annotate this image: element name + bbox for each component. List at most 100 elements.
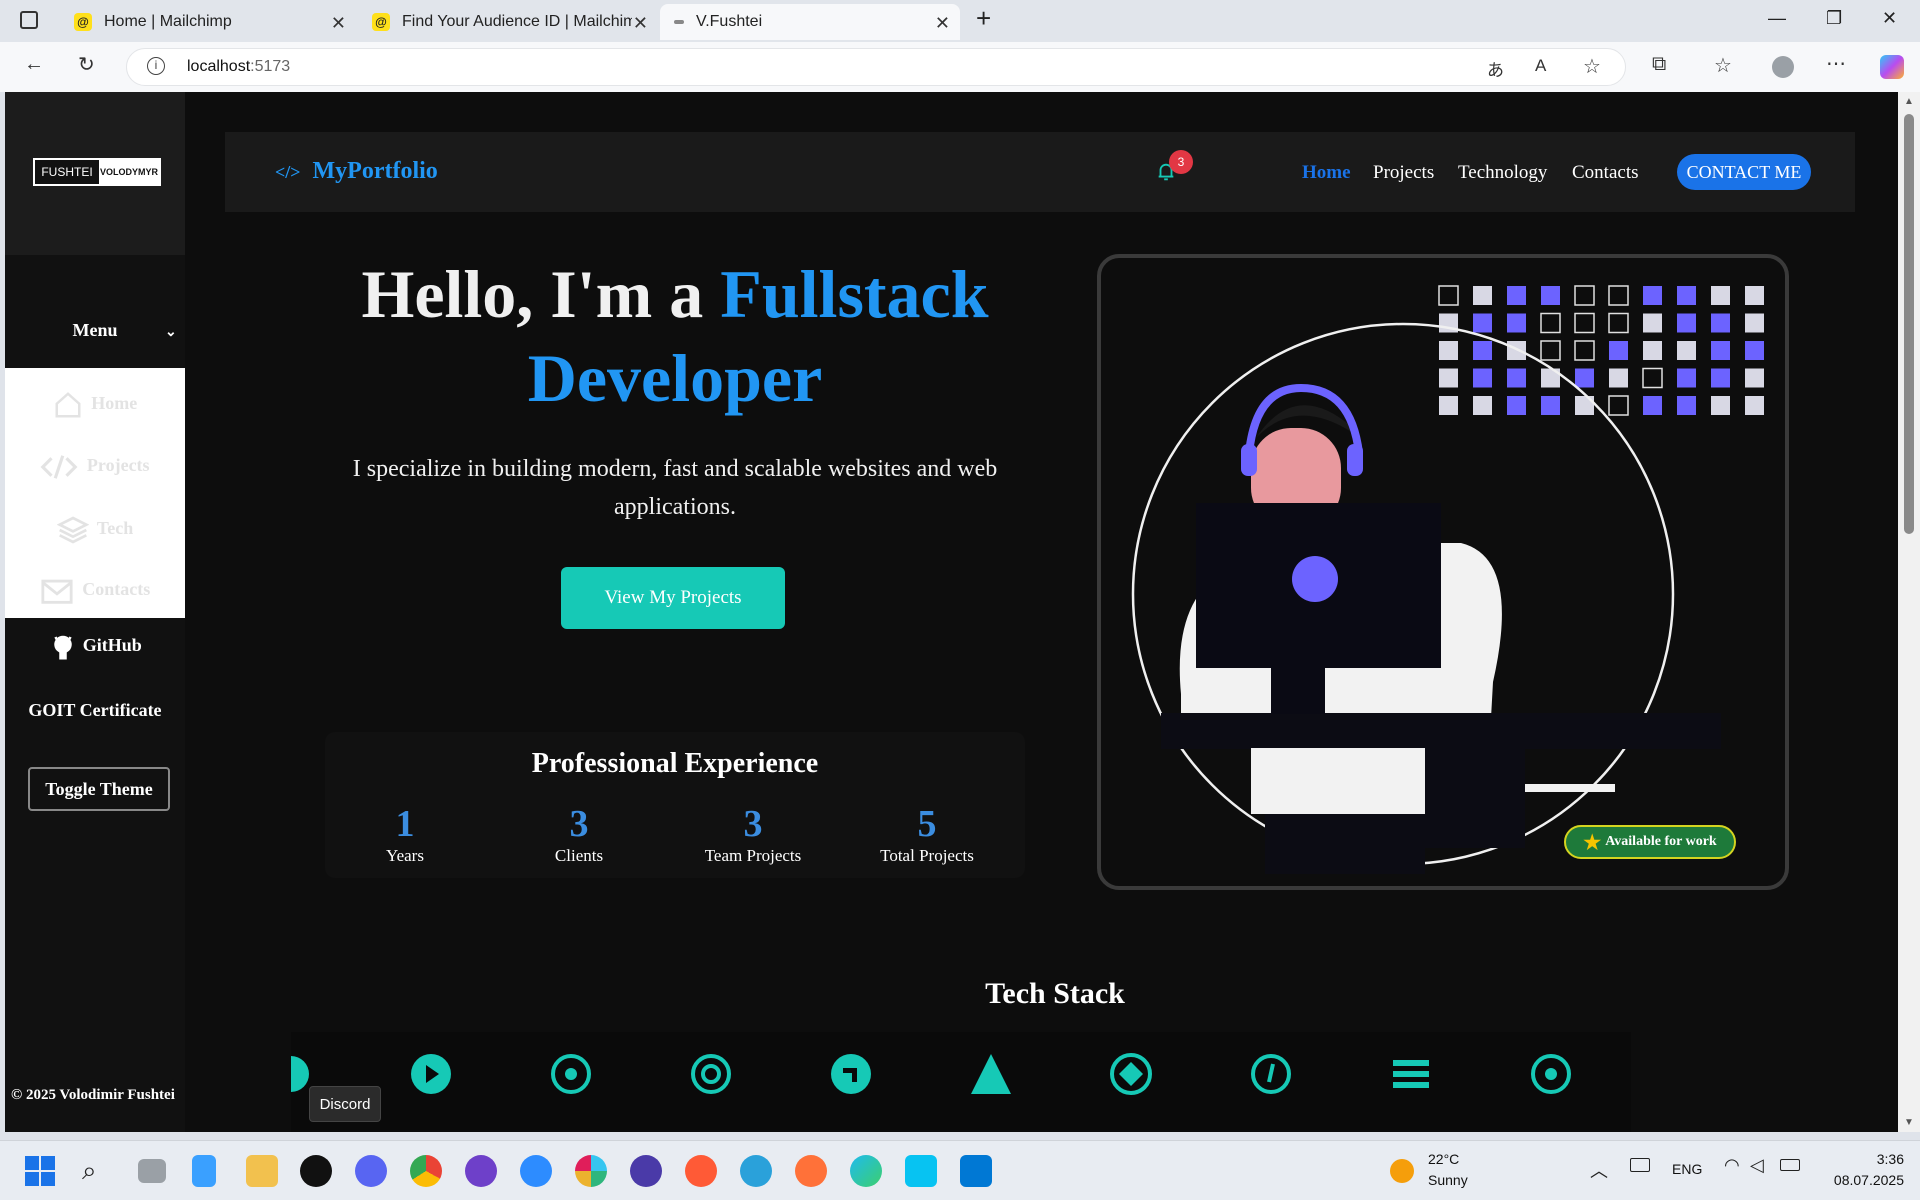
menu-item-label: Home bbox=[91, 393, 138, 414]
translate-icon[interactable]: あ bbox=[1487, 56, 1504, 81]
experience-title: Professional Experience bbox=[531, 748, 819, 779]
github-link[interactable]: GitHub bbox=[5, 632, 185, 662]
site-info-icon[interactable]: i bbox=[147, 57, 165, 75]
hero-title-highlight: Fullstack bbox=[720, 256, 989, 332]
url-field[interactable]: i localhost:5173 あ A ☆ bbox=[126, 48, 1626, 86]
browser-tab[interactable]: @ Home | Mailchimp ✕ bbox=[60, 4, 356, 40]
windows-start-icon[interactable] bbox=[25, 1156, 55, 1186]
hero-title-highlight: Developer bbox=[527, 340, 823, 416]
arrow-icon[interactable] bbox=[829, 1052, 873, 1096]
mailchimp-icon: @ bbox=[74, 13, 92, 31]
sidebar: FUSHTEI VOLODYMYR Menu ⌄ Home Projects T… bbox=[5, 92, 185, 1132]
close-tab-icon[interactable]: ✕ bbox=[633, 13, 648, 34]
extensions-icon[interactable]: ⧉ bbox=[1652, 53, 1666, 76]
copilot-icon[interactable] bbox=[1880, 55, 1904, 79]
menu-toggle[interactable]: Menu ⌄ bbox=[5, 320, 185, 341]
logo[interactable]: FUSHTEI VOLODYMYR bbox=[33, 158, 161, 186]
pixel-square bbox=[1677, 368, 1696, 388]
nav-home[interactable]: Home bbox=[1302, 162, 1351, 184]
tab-title: Find Your Audience ID | Mailchimp bbox=[402, 13, 632, 30]
pixel-square bbox=[1507, 368, 1526, 388]
chrome-icon[interactable] bbox=[410, 1155, 442, 1187]
stat-total-projects: 5 Total Projects bbox=[857, 804, 997, 866]
pixel-square bbox=[1643, 341, 1662, 360]
tiktok-icon[interactable] bbox=[300, 1155, 332, 1187]
menu-item-projects[interactable]: Projects bbox=[5, 452, 185, 482]
brand[interactable]: </> MyPortfolio bbox=[275, 158, 438, 185]
wifi-icon[interactable]: ◠ bbox=[1724, 1155, 1740, 1176]
profile-avatar[interactable] bbox=[1772, 56, 1794, 78]
discord-icon[interactable] bbox=[355, 1155, 387, 1187]
battery-icon[interactable] bbox=[1780, 1159, 1800, 1171]
tab-actions-icon[interactable] bbox=[20, 11, 38, 29]
zoom-icon[interactable] bbox=[520, 1155, 552, 1187]
menu-icon[interactable] bbox=[1389, 1052, 1433, 1096]
certificate-link[interactable]: GOIT Certificate bbox=[5, 700, 185, 721]
nav-contacts[interactable]: Contacts bbox=[1572, 162, 1639, 184]
browser-tab-active[interactable]: V.Fushtei ✕ bbox=[660, 4, 960, 40]
github-desktop-icon[interactable] bbox=[465, 1155, 497, 1187]
slack-icon[interactable] bbox=[575, 1155, 607, 1187]
refresh-icon[interactable] bbox=[689, 1052, 733, 1096]
nav-projects[interactable]: Projects bbox=[1373, 162, 1434, 184]
menu-item-tech[interactable]: Tech bbox=[5, 514, 185, 546]
pixel-square bbox=[1677, 313, 1696, 333]
stat-clients: 3 Clients bbox=[509, 804, 649, 866]
experience-card: Professional Experience 1 Years 3 Client… bbox=[325, 732, 1025, 878]
more-options-icon[interactable]: ⋯ bbox=[1826, 51, 1846, 76]
close-window-icon[interactable]: ✕ bbox=[1882, 8, 1897, 29]
target-icon[interactable] bbox=[1529, 1052, 1573, 1096]
menu-item-home[interactable]: Home bbox=[5, 390, 185, 420]
firefox-icon[interactable] bbox=[795, 1155, 827, 1187]
language-indicator[interactable]: ENG bbox=[1672, 1161, 1702, 1177]
hero-title-plain: Hello, I'm a bbox=[361, 256, 721, 332]
favorites-icon[interactable]: ☆ bbox=[1714, 53, 1732, 78]
page-scrollbar[interactable]: ▲ ▼ bbox=[1898, 92, 1920, 1132]
webstorm-icon[interactable] bbox=[905, 1155, 937, 1187]
close-tab-icon[interactable]: ✕ bbox=[935, 13, 950, 34]
triangle-icon[interactable] bbox=[969, 1052, 1013, 1096]
play-icon[interactable] bbox=[409, 1052, 453, 1096]
reload-icon[interactable]: ↻ bbox=[78, 52, 95, 77]
minimize-icon[interactable]: — bbox=[1768, 8, 1786, 29]
pixel-square bbox=[1473, 368, 1492, 388]
file-explorer-icon[interactable] bbox=[246, 1155, 278, 1187]
telegram-icon[interactable] bbox=[740, 1155, 772, 1187]
app-icon[interactable] bbox=[685, 1155, 717, 1187]
edge-icon[interactable] bbox=[850, 1155, 882, 1187]
restore-icon[interactable]: ❐ bbox=[1826, 8, 1842, 29]
back-icon[interactable]: ← bbox=[24, 53, 44, 76]
nav-technology[interactable]: Technology bbox=[1458, 162, 1547, 184]
close-tab-icon[interactable]: ✕ bbox=[331, 13, 346, 34]
app-icon[interactable] bbox=[630, 1155, 662, 1187]
keyboard-icon[interactable] bbox=[1630, 1158, 1650, 1172]
pixel-square bbox=[1575, 368, 1594, 388]
chevron-up-icon[interactable]: ︿ bbox=[1590, 1157, 1608, 1183]
new-tab-icon[interactable]: + bbox=[976, 3, 991, 34]
address-bar-row: ← ↻ i localhost:5173 あ A ☆ ⧉ ☆ ⋯ bbox=[0, 42, 1920, 92]
pixel-square bbox=[1540, 340, 1561, 361]
view-projects-button[interactable]: View My Projects bbox=[561, 567, 785, 629]
clock[interactable]: 3:36 08.07.2025 bbox=[1834, 1149, 1904, 1191]
stat-label: Total Projects bbox=[880, 846, 974, 865]
vscode-icon[interactable] bbox=[960, 1155, 992, 1187]
weather-widget[interactable]: 22°C Sunny bbox=[1390, 1149, 1468, 1191]
github-label: GitHub bbox=[82, 635, 142, 656]
task-view-icon[interactable] bbox=[138, 1159, 166, 1183]
menu-item-contacts[interactable]: Contacts bbox=[5, 576, 185, 606]
read-aloud-icon[interactable]: A bbox=[1535, 56, 1546, 76]
diamond-icon[interactable] bbox=[1109, 1052, 1153, 1096]
volume-icon[interactable]: ◁ bbox=[1750, 1155, 1764, 1176]
clock-icon[interactable] bbox=[1249, 1052, 1293, 1096]
toggle-theme-button[interactable]: Toggle Theme bbox=[28, 767, 170, 811]
tech-stack-title: Tech Stack bbox=[985, 977, 1125, 1010]
favorite-star-icon[interactable]: ☆ bbox=[1583, 54, 1601, 79]
stat-years: 1 Years bbox=[335, 804, 475, 866]
browser-tab[interactable]: @ Find Your Audience ID | Mailchimp ✕ bbox=[358, 4, 658, 40]
developer-illustration bbox=[1131, 285, 1764, 874]
scrollbar-thumb[interactable] bbox=[1904, 114, 1914, 534]
app-icon[interactable] bbox=[192, 1155, 216, 1187]
target-icon[interactable] bbox=[549, 1052, 593, 1096]
contact-me-button[interactable]: CONTACT ME bbox=[1677, 154, 1811, 190]
search-icon[interactable]: ⌕ bbox=[82, 1155, 114, 1187]
